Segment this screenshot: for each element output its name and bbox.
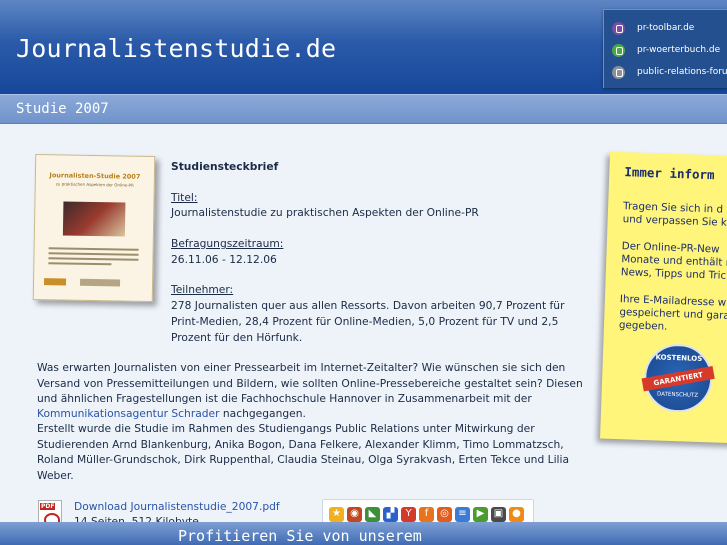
cover-logo bbox=[43, 278, 67, 286]
seal-bottom-text: DATENSCHUTZ bbox=[656, 391, 699, 399]
body-line: Roland Müller-Grundschok, Dirk Ruppentha… bbox=[37, 453, 570, 466]
partner-links: pr-toolbar.de pr-woerterbuch.de public-r… bbox=[603, 9, 727, 88]
teilnehmer-line: Print-Medien, 28,4 Prozent für Online-Me… bbox=[171, 315, 559, 328]
cover-title: Journalisten-Studie 2007 bbox=[49, 171, 141, 181]
seal-top-text: KOSTENLOS bbox=[655, 353, 703, 363]
header: Journalistenstudie.de pr-toolbar.de pr-w… bbox=[0, 0, 727, 94]
stumble-icon[interactable]: ● bbox=[509, 506, 524, 522]
teilnehmer-line: Prozent für den Hörfunk. bbox=[171, 331, 303, 344]
furl-icon[interactable]: ◎ bbox=[437, 506, 452, 522]
yahoo-icon[interactable]: Y bbox=[401, 506, 416, 522]
seal-band: GARANTIERT bbox=[641, 366, 715, 392]
bookmark-icon[interactable]: ◣ bbox=[365, 506, 380, 522]
titel-value: Journalistenstudie zu praktischen Aspekt… bbox=[171, 206, 479, 219]
body-line: Kommunikationsagentur Schrader nachgegan… bbox=[37, 406, 306, 422]
delicious-icon[interactable]: ▞ bbox=[383, 506, 398, 522]
teilnehmer-label: Teilnehmer: bbox=[171, 283, 234, 296]
section-bar: Studie 2007 bbox=[0, 94, 727, 124]
body-line: Erstellt wurde die Studie im Rahmen des … bbox=[37, 422, 535, 435]
note-text: Ihre E-Mailadresse w gespeichert und gar… bbox=[618, 293, 727, 333]
body-line: und ähnlichen Fragestellungen ist die Fa… bbox=[37, 392, 532, 405]
link-pr-woerterbuch[interactable]: pr-woerterbuch.de bbox=[612, 41, 720, 59]
newsletter-note[interactable]: Immer inform Tragen Sie sich in d und ve… bbox=[600, 151, 727, 444]
woerterbuch-logo-icon bbox=[612, 43, 625, 57]
mister-wong-icon[interactable]: ▣ bbox=[491, 506, 506, 522]
study-cover-image: Journalisten-Studie 2007 zu praktischen … bbox=[32, 153, 156, 303]
steckbrief-heading: Studiensteckbrief bbox=[171, 160, 279, 173]
note-text: Tragen Sie sich in d und verpassen Sie k bbox=[622, 200, 727, 229]
link-public-relations-forum[interactable]: public-relations-forum bbox=[612, 63, 727, 81]
cover-photo bbox=[62, 201, 126, 237]
footer-text: Profitieren Sie von unserem bbox=[178, 527, 422, 545]
site-title[interactable]: Journalistenstudie.de bbox=[16, 34, 336, 63]
section-title: Studie 2007 bbox=[16, 101, 109, 117]
link-pr-toolbar[interactable]: pr-toolbar.de bbox=[612, 19, 694, 37]
social-bookmark-icon[interactable]: ◉ bbox=[347, 506, 362, 522]
link-label: public-relations-forum bbox=[637, 67, 727, 77]
blinklist-icon[interactable]: ≡ bbox=[455, 506, 470, 522]
forum-logo-icon bbox=[612, 65, 625, 79]
body-line: Studierenden Arnd Blankenburg, Anika Bog… bbox=[37, 438, 564, 451]
body-line: Weber. bbox=[37, 469, 74, 482]
cover-subtitle: zu praktischen Aspekten der Online-PR bbox=[55, 181, 134, 188]
cover-logo-secondary bbox=[79, 278, 121, 287]
agency-link[interactable]: Kommunikationsagentur Schrader bbox=[37, 407, 220, 420]
body-line: Versand von Pressemitteilungen und Bilde… bbox=[37, 377, 583, 390]
privacy-seal-icon: KOSTENLOS GARANTIERT DATENSCHUTZ bbox=[641, 342, 715, 414]
toolbar-logo-icon bbox=[612, 21, 625, 35]
zeitraum-value: 26.11.06 - 12.12.06 bbox=[171, 253, 277, 266]
note-text: Der Online-PR-New Monate und enthält r N… bbox=[620, 240, 727, 282]
titel-label: Titel: bbox=[171, 191, 198, 204]
teilnehmer-line: 278 Journalisten quer aus allen Ressorts… bbox=[171, 299, 565, 312]
link-suffix: nachgegangen. bbox=[219, 407, 306, 420]
body-line: Was erwarten Journalisten von einer Pres… bbox=[37, 361, 566, 374]
favorite-star-icon[interactable]: ★ bbox=[329, 506, 344, 522]
facebook-icon[interactable]: f bbox=[419, 506, 434, 522]
play-icon[interactable]: ▶ bbox=[473, 506, 488, 522]
download-link[interactable]: Download Journalistenstudie_2007.pdf bbox=[74, 499, 280, 515]
zeitraum-label: Befragungszeitraum: bbox=[171, 237, 284, 250]
link-label: pr-woerterbuch.de bbox=[637, 45, 721, 55]
note-title: Immer inform bbox=[624, 164, 715, 183]
footer: Profitieren Sie von unserem bbox=[0, 522, 727, 545]
link-label: pr-toolbar.de bbox=[637, 23, 695, 33]
